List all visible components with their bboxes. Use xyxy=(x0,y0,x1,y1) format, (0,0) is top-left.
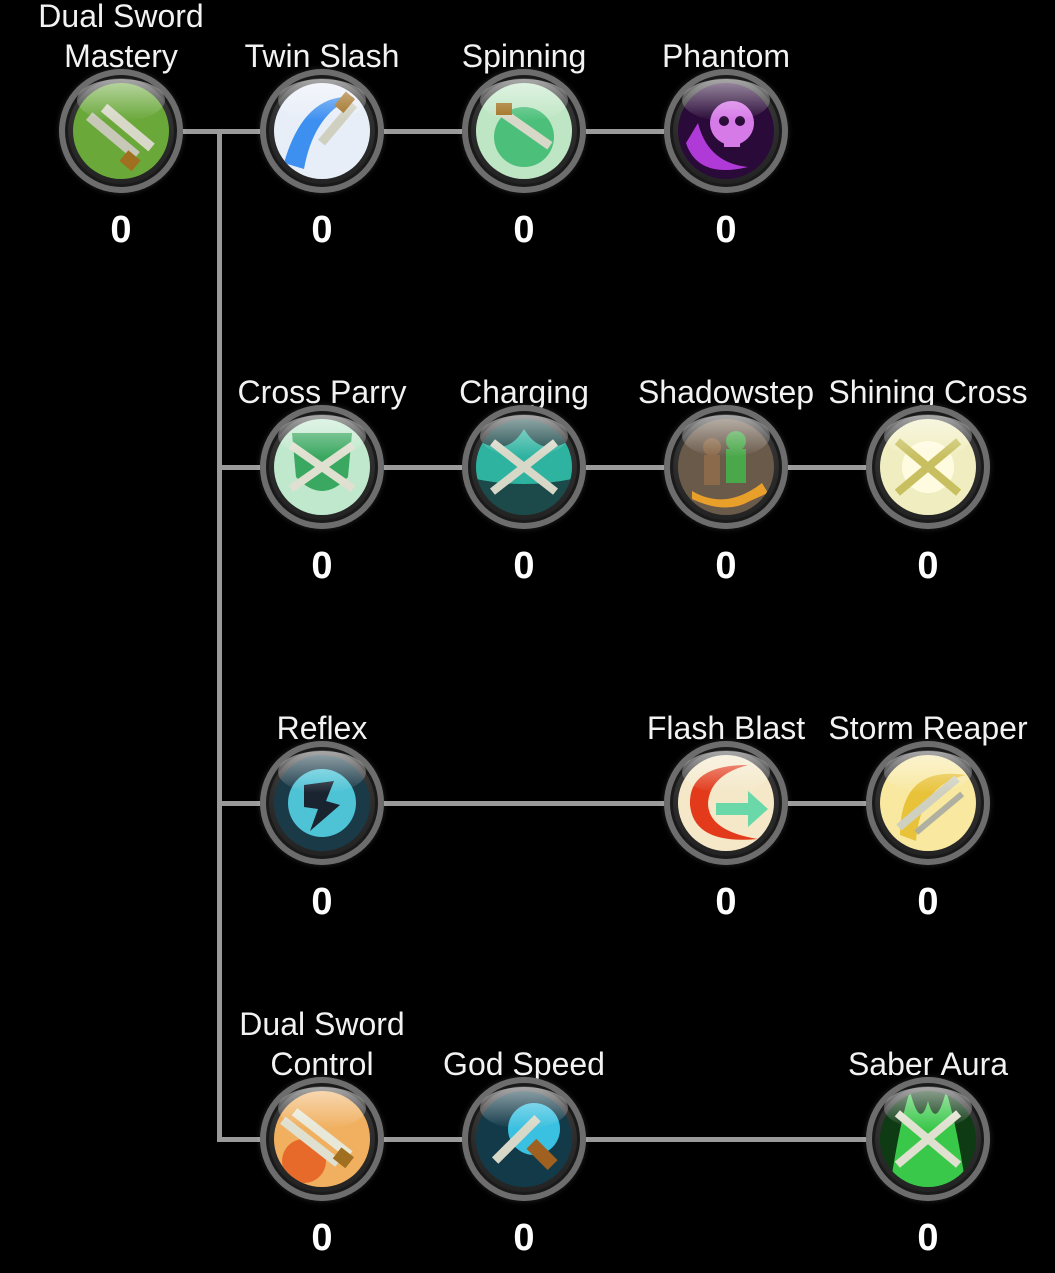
flash-blast-icon xyxy=(678,755,774,851)
skill-level: 0 xyxy=(715,545,737,587)
dual-swords-icon xyxy=(73,83,169,179)
saber-aura-icon xyxy=(880,1091,976,1187)
skill-orb[interactable] xyxy=(462,405,586,529)
skill-orb[interactable] xyxy=(866,1077,990,1201)
skill-orb[interactable] xyxy=(59,69,183,193)
skill-level: 0 xyxy=(715,209,737,251)
skill-level: 0 xyxy=(311,881,333,923)
skill-orb[interactable] xyxy=(462,69,586,193)
skill-tree: Dual Sword Mastery 0 Twin Slash 0 Spinni… xyxy=(0,0,1055,1273)
skill-level: 0 xyxy=(513,545,535,587)
skill-orb[interactable] xyxy=(260,741,384,865)
skill-level: 0 xyxy=(715,881,737,923)
connector-trunk-vertical xyxy=(217,129,222,1141)
skill-level: 0 xyxy=(311,209,333,251)
skill-level: 0 xyxy=(311,545,333,587)
skill-level: 0 xyxy=(110,209,132,251)
skill-orb[interactable] xyxy=(260,69,384,193)
shadowstep-icon xyxy=(678,419,774,515)
skull-icon xyxy=(678,83,774,179)
twin-slash-icon xyxy=(274,83,370,179)
skill-level: 0 xyxy=(311,1217,333,1259)
skill-orb[interactable] xyxy=(462,1077,586,1201)
skill-name: Dual Sword Control xyxy=(239,1006,405,1082)
storm-reaper-icon xyxy=(880,755,976,851)
spinning-slash-icon xyxy=(476,83,572,179)
skill-orb[interactable] xyxy=(664,405,788,529)
skill-level: 0 xyxy=(513,1217,535,1259)
skill-orb[interactable] xyxy=(866,741,990,865)
skill-name: Dual Sword Mastery xyxy=(38,0,204,74)
skill-level: 0 xyxy=(917,1217,939,1259)
sword-control-icon xyxy=(274,1091,370,1187)
god-speed-icon xyxy=(476,1091,572,1187)
skill-orb[interactable] xyxy=(260,1077,384,1201)
skill-orb[interactable] xyxy=(866,405,990,529)
skill-orb[interactable] xyxy=(260,405,384,529)
skill-orb[interactable] xyxy=(664,741,788,865)
connector-root-horizontal xyxy=(180,129,222,134)
skill-level: 0 xyxy=(917,881,939,923)
cross-parry-icon xyxy=(274,419,370,515)
reflex-icon xyxy=(274,755,370,851)
skill-orb[interactable] xyxy=(664,69,788,193)
skill-level: 0 xyxy=(513,209,535,251)
charging-slash-icon xyxy=(476,419,572,515)
skill-level: 0 xyxy=(917,545,939,587)
shining-cross-icon xyxy=(880,419,976,515)
